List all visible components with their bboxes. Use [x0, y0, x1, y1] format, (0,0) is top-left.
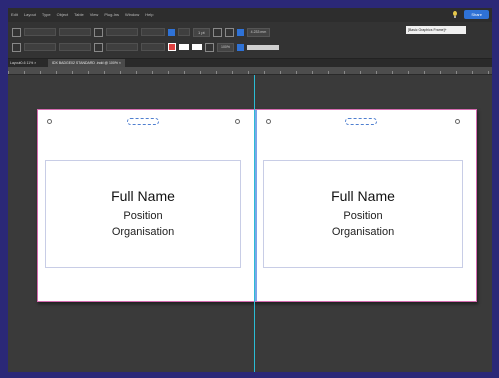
stroke-type-sample-2[interactable]: [192, 44, 202, 50]
menu-view[interactable]: View: [87, 8, 102, 22]
height-field[interactable]: [59, 43, 91, 51]
align-icon[interactable]: [205, 42, 214, 52]
y-position-field[interactable]: [24, 43, 56, 51]
fill-dropdown[interactable]: [178, 28, 190, 36]
constrain-proportions-icon[interactable]: [94, 27, 103, 37]
effects-icon[interactable]: [236, 28, 244, 36]
wrap-icon[interactable]: [224, 27, 234, 37]
stroke-swatch-icon[interactable]: [168, 43, 176, 51]
punch-hole-icon: [47, 119, 52, 124]
stroke-type-sample[interactable]: [179, 44, 189, 50]
document-tab-strip: Layout0-6 11% × IDX BADGE02 STANDARD .in…: [8, 59, 492, 67]
control-row-bottom: 100%: [12, 42, 279, 52]
fill-swatch-icon[interactable]: [168, 28, 175, 36]
horizontal-ruler[interactable]: [8, 67, 492, 75]
x-position-field[interactable]: [24, 28, 56, 36]
badge-text-frame-right[interactable]: Full Name Position Organisation: [263, 160, 463, 268]
menu-table[interactable]: Table: [71, 8, 87, 22]
fx-icon[interactable]: [236, 43, 244, 51]
menu-edit[interactable]: Edit: [8, 8, 21, 22]
punch-hole-icon: [266, 119, 271, 124]
stroke-color-bar[interactable]: [246, 44, 279, 50]
reference-point-icon[interactable]: [12, 27, 21, 37]
object-style-field[interactable]: [Basic Graphics Frame]+: [406, 26, 466, 34]
badge-text-frame-left[interactable]: Full Name Position Organisation: [45, 160, 241, 268]
flip-icon[interactable]: [94, 42, 103, 52]
punch-hole-icon: [235, 119, 240, 124]
shear-field[interactable]: [141, 43, 165, 51]
lanyard-slot: [127, 118, 159, 125]
badge-position[interactable]: Position: [343, 209, 382, 224]
control-panel: 1 pt 4.233 mm [Basic Graphics Frame]+ 10…: [8, 22, 492, 59]
width-field[interactable]: [59, 28, 91, 36]
menu-window[interactable]: Window: [122, 8, 142, 22]
scale-x-field[interactable]: [106, 28, 138, 36]
lightbulb-icon[interactable]: [452, 10, 458, 19]
menu-type[interactable]: Type: [39, 8, 54, 22]
badge-spread[interactable]: Full Name Position Organisation Full Nam…: [37, 109, 477, 302]
badge-organisation[interactable]: Organisation: [332, 224, 394, 240]
tab-layout[interactable]: Layout0-6 11% ×: [10, 59, 36, 67]
corner-option-icon[interactable]: [212, 27, 222, 37]
rotation-field[interactable]: [141, 28, 165, 36]
share-button[interactable]: Share: [464, 10, 489, 19]
lanyard-slot: [345, 118, 377, 125]
tab-badge-document[interactable]: IDX BADGE02 STANDARD .indd @ 100% ×: [48, 59, 125, 67]
punch-hole-icon: [455, 119, 460, 124]
app-window: Edit Layout Type Object Table View Plug-…: [8, 8, 492, 372]
menu-bar: Edit Layout Type Object Table View Plug-…: [8, 8, 492, 22]
opacity-field[interactable]: 100%: [217, 42, 234, 52]
menu-right-group: Share: [452, 10, 489, 19]
badge-full-name[interactable]: Full Name: [331, 188, 395, 204]
document-canvas[interactable]: Full Name Position Organisation Full Nam…: [8, 75, 492, 372]
stroke-weight-field[interactable]: 1 pt: [193, 27, 210, 37]
badge-full-name[interactable]: Full Name: [111, 188, 175, 204]
vertical-guide[interactable]: [254, 75, 255, 372]
badge-organisation[interactable]: Organisation: [112, 224, 174, 240]
menu-plugins[interactable]: Plug-Ins: [101, 8, 122, 22]
scale-y-field[interactable]: [106, 43, 138, 51]
spine-divider: [255, 109, 257, 302]
offset-field[interactable]: 4.233 mm: [246, 27, 271, 37]
control-row-top: 1 pt 4.233 mm: [12, 27, 271, 37]
menu-layout[interactable]: Layout: [21, 8, 39, 22]
menu-help[interactable]: Help: [142, 8, 156, 22]
menu-object[interactable]: Object: [54, 8, 72, 22]
proxy-icon[interactable]: [12, 42, 21, 52]
badge-position[interactable]: Position: [123, 209, 162, 224]
